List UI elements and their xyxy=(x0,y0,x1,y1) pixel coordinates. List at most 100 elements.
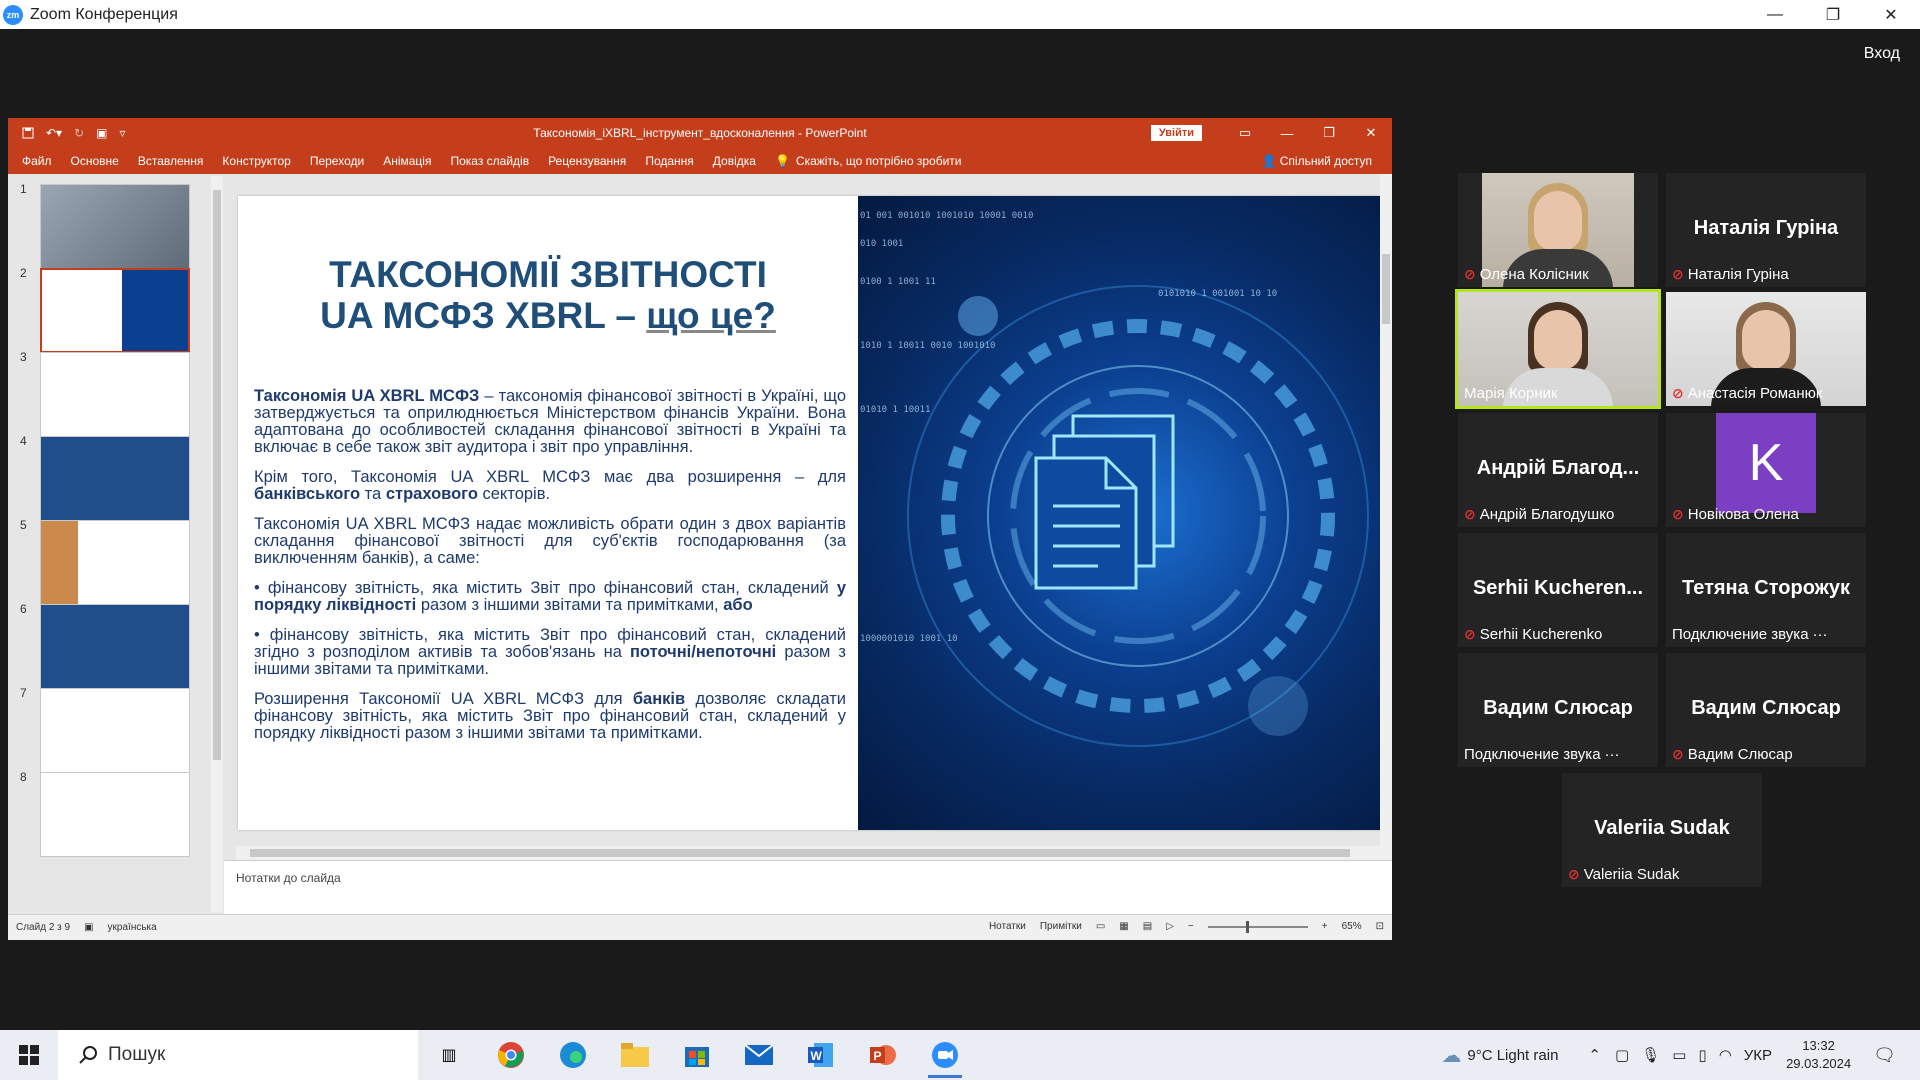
signin-link[interactable]: Вход xyxy=(1864,45,1900,63)
ppt-title-right: Увійти ▭ — ❐ ✕ xyxy=(1150,118,1392,148)
battery-icon[interactable]: ▯ xyxy=(1698,1046,1706,1064)
tab-design[interactable]: Конструктор xyxy=(222,154,290,168)
language-indicator[interactable]: УКР xyxy=(1744,1047,1772,1064)
participant-tile[interactable]: Наталія Гуріна ⊘ Наталія Гуріна xyxy=(1666,173,1866,287)
participant-name: Новікова Олена xyxy=(1687,506,1799,523)
normal-view-icon[interactable]: ▭ xyxy=(1096,921,1105,932)
zoom-slider[interactable] xyxy=(1207,920,1308,933)
notes-pane[interactable]: Нотатки до слайда xyxy=(224,860,1392,914)
save-icon[interactable] xyxy=(22,127,34,139)
fit-slide-icon[interactable]: ⊡ xyxy=(1376,921,1384,932)
window-titlebar: zm Zoom Конференция — ❐ ✕ xyxy=(0,0,1920,29)
wifi-icon[interactable]: ◠ xyxy=(1719,1046,1732,1064)
slideshow-view-icon[interactable]: ▷ xyxy=(1166,921,1174,932)
tab-view[interactable]: Подання xyxy=(645,154,693,168)
reading-view-icon[interactable]: ▤ xyxy=(1143,921,1152,932)
participant-label: Марія Корник xyxy=(1464,385,1558,402)
audio-connecting-status: Подключение звука xyxy=(1672,626,1809,643)
system-tray: ☁ 9°C Light rain ⌃ ▢ 🎙 ▭ ▯ ◠ УКР 13:32 2… xyxy=(1441,1030,1920,1080)
zoom-in-icon[interactable]: + xyxy=(1322,921,1328,932)
mail-icon[interactable] xyxy=(728,1030,790,1080)
share-button[interactable]: 👤 Спільний доступ xyxy=(1261,154,1372,168)
language-indicator[interactable]: українська xyxy=(108,922,157,933)
edge-icon[interactable] xyxy=(542,1030,604,1080)
meet-now-icon[interactable]: ▢ xyxy=(1615,1046,1629,1064)
tab-animations[interactable]: Анімація xyxy=(383,154,431,168)
window-title: Zoom Конференция xyxy=(30,5,178,23)
display-icon[interactable]: ▭ xyxy=(1672,1046,1686,1064)
tab-transitions[interactable]: Переходи xyxy=(310,154,364,168)
slide-thumbnail-2[interactable] xyxy=(40,268,190,353)
redo-icon[interactable]: ↻ xyxy=(74,126,84,140)
slide-horizontal-scrollbar[interactable] xyxy=(236,846,1382,860)
store-icon[interactable] xyxy=(666,1030,728,1080)
slide-vertical-scrollbar[interactable] xyxy=(1380,174,1392,860)
tab-review[interactable]: Рецензування xyxy=(548,154,626,168)
tab-home[interactable]: Основне xyxy=(71,154,119,168)
ppt-signin-button[interactable]: Увійти xyxy=(1150,125,1202,141)
taskbar-search[interactable]: Пошук xyxy=(58,1030,418,1080)
show-hidden-icons-icon[interactable]: ⌃ xyxy=(1588,1046,1601,1064)
ppt-minimize-button[interactable]: — xyxy=(1266,126,1308,141)
start-button[interactable] xyxy=(0,1045,58,1065)
chrome-icon[interactable] xyxy=(480,1030,542,1080)
powerpoint-icon[interactable]: P xyxy=(852,1030,914,1080)
zoom-out-icon[interactable]: − xyxy=(1188,921,1194,932)
file-explorer-icon[interactable] xyxy=(604,1030,666,1080)
participant-tile[interactable]: Вадим Слюсар Подключение звука ··· xyxy=(1458,653,1658,767)
comments-toggle[interactable]: Примітки xyxy=(1040,921,1082,932)
customize-toolbar-icon[interactable]: ▿ xyxy=(119,126,125,140)
spellcheck-icon[interactable]: ▣ xyxy=(84,922,93,933)
ppt-close-button[interactable]: ✕ xyxy=(1350,125,1392,141)
clock[interactable]: 13:32 29.03.2024 xyxy=(1786,1037,1851,1073)
tell-me-label: Скажіть, що потрібно зробити xyxy=(795,154,962,168)
thumb-number: 7 xyxy=(20,686,27,700)
tab-insert[interactable]: Вставлення xyxy=(138,154,204,168)
word-icon[interactable]: W xyxy=(790,1030,852,1080)
participant-tile[interactable]: K ⊘ Новікова Олена xyxy=(1666,413,1866,527)
current-slide[interactable]: ТАКСОНОМІЇ ЗВІТНОСТІ UA МСФЗ XBRL – що ц… xyxy=(238,196,1382,830)
slide-sorter-icon[interactable]: ▦ xyxy=(1119,921,1128,932)
participant-name: Наталія Гуріна xyxy=(1687,266,1789,283)
zoom-level[interactable]: 65% xyxy=(1342,921,1362,932)
tab-slideshow[interactable]: Показ слайдів xyxy=(450,154,529,168)
thumb-number: 2 xyxy=(20,266,27,280)
bullet-1: • фінансову звітність, яка містить Звіт … xyxy=(254,580,846,614)
slide-thumbnail-1[interactable] xyxy=(40,184,190,269)
slide-thumbnail-4[interactable] xyxy=(40,436,190,521)
participant-tile[interactable]: Вадим Слюсар ⊘ Вадим Слюсар xyxy=(1666,653,1866,767)
slide-thumbnail-6[interactable] xyxy=(40,604,190,689)
slide-thumbnail-8[interactable] xyxy=(40,772,190,857)
close-button[interactable]: ✕ xyxy=(1862,0,1920,29)
task-view-icon[interactable]: ▥ xyxy=(418,1030,480,1080)
undo-icon[interactable]: ↶▾ xyxy=(46,126,62,140)
participant-tile-active-speaker[interactable]: Марія Корник xyxy=(1455,289,1661,409)
zoom-taskbar-icon[interactable] xyxy=(914,1030,976,1080)
participant-tile[interactable]: Тетяна Сторожук Подключение звука ··· xyxy=(1666,533,1866,647)
tab-file[interactable]: Файл xyxy=(22,154,52,168)
weather-widget[interactable]: 9°C Light rain xyxy=(1467,1047,1558,1064)
ribbon-display-options-icon[interactable]: ▭ xyxy=(1224,125,1266,141)
participant-tile[interactable]: ⊘ Анастасія Романюк xyxy=(1666,292,1866,406)
ppt-restore-button[interactable]: ❐ xyxy=(1308,125,1350,141)
notifications-icon[interactable]: 🗨 xyxy=(1873,1045,1896,1066)
window-controls: — ❐ ✕ xyxy=(1746,0,1920,29)
notes-toggle[interactable]: Нотатки xyxy=(989,921,1026,932)
participant-tile[interactable]: ⊘ Олена Колісник xyxy=(1458,173,1658,287)
slide-thumbnail-3[interactable] xyxy=(40,352,190,437)
participant-tile[interactable]: Андрій Благод... ⊘ Андрій Благодушко xyxy=(1458,413,1658,527)
slide-thumbnail-5[interactable] xyxy=(40,520,190,605)
slide-thumbnail-7[interactable] xyxy=(40,688,190,773)
thumbnail-scrollbar[interactable] xyxy=(211,176,223,912)
participant-label: Подключение звука ··· xyxy=(1464,746,1620,763)
microphone-icon[interactable]: 🎙 xyxy=(1641,1046,1660,1064)
participant-tile[interactable]: Valeriia Sudak ⊘ Valeriia Sudak xyxy=(1562,773,1762,887)
tell-me-search[interactable]: 💡 Скажіть, що потрібно зробити xyxy=(775,154,962,168)
participant-tile[interactable]: Serhii Kucheren... ⊘ Serhii Kucherenko xyxy=(1458,533,1658,647)
minimize-button[interactable]: — xyxy=(1746,0,1804,29)
present-icon[interactable]: ▣ xyxy=(96,126,107,140)
tab-help[interactable]: Довідка xyxy=(713,154,756,168)
restore-button[interactable]: ❐ xyxy=(1804,0,1862,29)
binary-text: 01 001 001010 1001010 10001 0010 xyxy=(860,211,1033,221)
text: Крім того, Таксономія UA XBRL МСФЗ має д… xyxy=(254,468,846,486)
